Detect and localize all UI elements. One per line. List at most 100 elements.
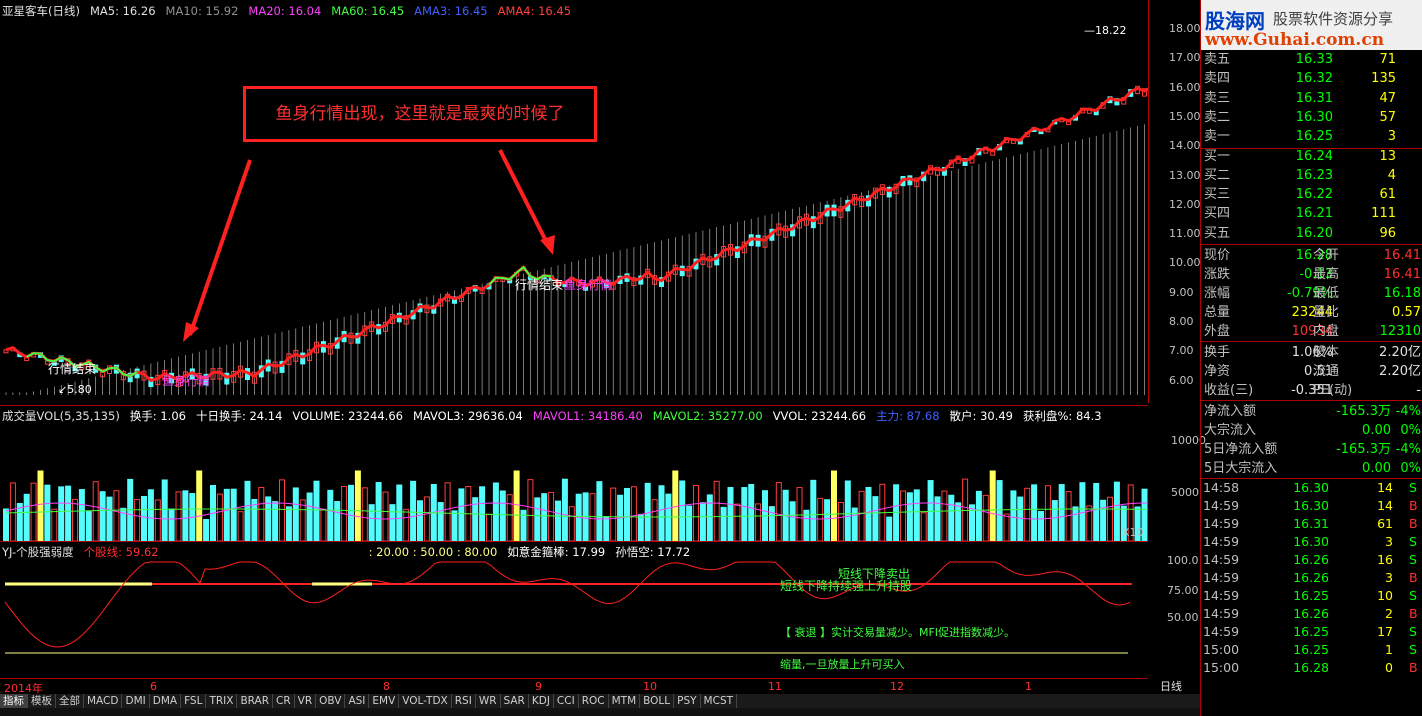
tick-row: 14:59 16.26 16 S	[1201, 551, 1422, 569]
tick-row: 14:59 16.25 17 S	[1201, 623, 1422, 641]
tick-cell: 14	[1377, 498, 1393, 513]
fund-cell: 流通	[1313, 364, 1340, 379]
flow-cell: 0.00	[1362, 461, 1391, 476]
tick-cell: 0	[1385, 660, 1393, 675]
order-row: 买二 16.23 4	[1201, 166, 1422, 185]
tab-MTM[interactable]: MTM	[609, 694, 641, 708]
indicator-tab-bar[interactable]: 指标 模板 全部 MACD DMI DMA FSL TRIX BRAR CR VR OBV ASI EMV…	[0, 694, 1200, 708]
tab-FSL[interactable]: FSL	[181, 694, 207, 708]
tab-CCI[interactable]: CCI	[554, 694, 579, 708]
tab-BRAR[interactable]: BRAR	[237, 694, 273, 708]
vol-unit: X10	[1122, 526, 1144, 539]
tick-row: 14:59 16.26 3 B	[1201, 569, 1422, 587]
price-chart-svg	[3, 85, 1148, 395]
oscillator-panel[interactable]: YJ-个股强弱度 个股线: 59.62: 20.00 : 50.00 : 80.0…	[0, 541, 1148, 678]
order-row: 买四 16.21 111	[1201, 204, 1422, 223]
order-cell: 卖四	[1204, 71, 1231, 87]
tab-BOLL[interactable]: BOLL	[640, 694, 675, 708]
tick-cell: 14:59	[1203, 516, 1240, 531]
tab-ASI[interactable]: ASI	[345, 694, 370, 708]
fund-row: 净资 0.51 流通 2.20亿	[1201, 362, 1422, 381]
arrow-left	[188, 159, 252, 336]
tick-row: 14:59 16.30 14 B	[1201, 497, 1422, 515]
tick-cell: B	[1409, 660, 1418, 675]
tab-SAR[interactable]: SAR	[501, 694, 529, 708]
tick-list: 14:58 16.30 14 S 14:59 16.30 14 B 14:59 16.31 61 B 1…	[1201, 479, 1422, 689]
time-label-8: 8	[383, 680, 390, 693]
stat-cell: 0.57	[1392, 305, 1421, 320]
tab-PSY[interactable]: PSY	[674, 694, 701, 708]
mavol2-value: MAVOL2: 35277.00	[652, 409, 763, 423]
quote-panel: 股海网 股票软件资源分享 www.Guhai.com.cn 卖五 16.33 71 卖…	[1200, 0, 1422, 716]
fund-cell: -	[1416, 383, 1421, 398]
tick-cell: S	[1409, 480, 1417, 495]
order-cell: 16.25	[1295, 129, 1333, 145]
short-hold-note: 短线下降持续强上升持股	[780, 579, 913, 593]
tab-KDJ[interactable]: KDJ	[529, 694, 554, 708]
tab-MCST[interactable]: MCST	[701, 694, 738, 708]
stat-row: 总量 23244 量比 0.57	[1201, 303, 1422, 322]
order-cell: 16.32	[1295, 71, 1333, 87]
tick-row: 14:59 16.31 61 B	[1201, 515, 1422, 533]
tab-CR[interactable]: CR	[273, 694, 295, 708]
period-label[interactable]: 日线	[1160, 678, 1182, 694]
order-cell: 买一	[1204, 148, 1231, 164]
order-row: 卖二 16.30 57	[1201, 108, 1422, 127]
order-cell: 47	[1379, 90, 1396, 106]
tick-cell: 14:59	[1203, 534, 1240, 549]
volume-panel[interactable]: 成交量VOL(5,35,135) 换手: 1.06 十日换手: 24.14 VOLUM…	[0, 405, 1148, 541]
stat-row: 现价 16.28 今开 16.41	[1201, 246, 1422, 265]
flow-cell: 0.00	[1362, 423, 1391, 438]
tab-OBV[interactable]: OBV	[316, 694, 346, 708]
tab-RSI[interactable]: RSI	[452, 694, 476, 708]
tick-cell: S	[1409, 642, 1417, 657]
tick-cell: 14:59	[1203, 570, 1240, 585]
stat-cell: 最高	[1313, 267, 1340, 282]
logo-url: www.Guhai.com.cn	[1205, 30, 1385, 50]
tab-MACD[interactable]: MACD	[84, 694, 123, 708]
price-tick-7: 11.00	[1169, 227, 1201, 241]
tick-cell: 14:59	[1203, 624, 1240, 639]
flow-cell: -4%	[1395, 404, 1421, 419]
order-cell: 16.23	[1295, 167, 1333, 183]
order-cell: 卖三	[1204, 90, 1231, 106]
tick-cell: 2	[1385, 606, 1393, 621]
volume-value: VOLUME: 23244.66	[292, 409, 403, 423]
tick-cell: 16.31	[1293, 516, 1329, 531]
tick-row: 14:59 16.26 2 B	[1201, 605, 1422, 623]
tab-指标[interactable]: 指标	[0, 694, 28, 708]
main-force-value: 主力: 87.68	[876, 409, 940, 423]
order-row: 卖五 16.33 71	[1201, 50, 1422, 69]
fund-cell: PE(动)	[1313, 383, 1353, 398]
stat-cell: 今开	[1313, 248, 1340, 263]
fund-cell: 净资	[1204, 364, 1231, 379]
tick-cell: 16.25	[1293, 642, 1329, 657]
order-cell: 买五	[1204, 225, 1231, 241]
price-tick-1: 17.00	[1169, 51, 1201, 65]
tick-cell: B	[1409, 516, 1418, 531]
tick-cell: S	[1409, 552, 1417, 567]
tab-EMV[interactable]: EMV	[369, 694, 400, 708]
tab-VOL-TDX[interactable]: VOL-TDX	[399, 694, 452, 708]
tab-TRIX[interactable]: TRIX	[206, 694, 238, 708]
right-axis: 18.00 17.00 16.00 15.00 14.00 13.00 12.00 11.00…	[1149, 0, 1206, 677]
time-label-1: 1	[1025, 680, 1032, 693]
label-end-1: 行情结束	[48, 362, 97, 376]
price-tick-5: 13.00	[1169, 168, 1201, 182]
tab-DMA[interactable]: DMA	[150, 694, 182, 708]
stat-cell: 总量	[1204, 305, 1231, 320]
tab-VR[interactable]: VR	[295, 694, 317, 708]
label-fish-1: 鱼身行情	[162, 374, 211, 388]
order-cell: 16.20	[1295, 225, 1333, 241]
tab-WR[interactable]: WR	[476, 694, 501, 708]
tab-模板[interactable]: 模板	[28, 694, 56, 708]
tick-cell: 3	[1385, 570, 1393, 585]
order-cell: 买三	[1204, 187, 1231, 203]
tab-DMI[interactable]: DMI	[122, 694, 150, 708]
price-chart-panel[interactable]: 亚星客车(日线) MA5: 16.26 MA10: 15.92 MA20: 16.04…	[0, 0, 1149, 403]
tab-全部[interactable]: 全部	[56, 694, 84, 708]
order-cell: 111	[1371, 206, 1396, 222]
tab-ROC[interactable]: ROC	[579, 694, 609, 708]
oscillator-chart-svg	[4, 561, 1132, 654]
tick-cell: 61	[1377, 516, 1393, 531]
